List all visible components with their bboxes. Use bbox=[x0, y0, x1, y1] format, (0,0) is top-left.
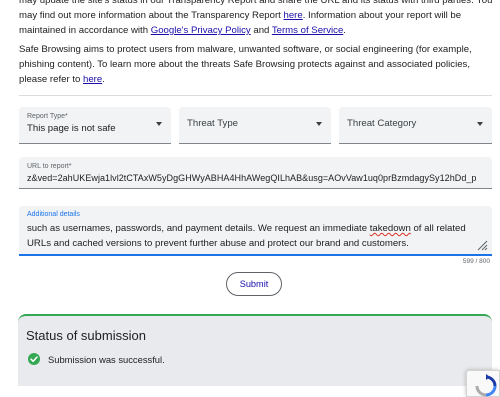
period-text: . bbox=[343, 25, 346, 36]
transparency-line-2: may find out more information about the … bbox=[19, 8, 494, 23]
status-message: Submission was successful. bbox=[48, 353, 165, 365]
status-of-submission-panel: Status of submission Submission was succ… bbox=[18, 314, 492, 386]
privacy-policy-link[interactable]: Google's Privacy Policy bbox=[151, 25, 251, 36]
safe-browsing-policies-link[interactable]: here bbox=[83, 74, 102, 85]
safe-browsing-line-2: phishing content). To learn more about t… bbox=[19, 59, 470, 70]
transparency-line-3: maintained in accordance with Google's P… bbox=[19, 23, 494, 38]
details-text: such as usernames, passwords, and paymen… bbox=[27, 223, 370, 234]
terms-of-service-link[interactable]: Terms of Service bbox=[272, 25, 343, 36]
check-circle-icon bbox=[28, 353, 40, 365]
section-divider bbox=[19, 95, 492, 96]
submit-button[interactable]: Submit bbox=[226, 272, 282, 296]
report-type-value: This page is not safe bbox=[27, 123, 116, 134]
additional-details-label: Additional details bbox=[27, 211, 80, 218]
status-row: Submission was successful. bbox=[28, 353, 165, 365]
safe-browsing-paragraph: Safe Browsing aims to protect users from… bbox=[19, 42, 494, 87]
additional-details-textarea[interactable]: Additional details such as usernames, pa… bbox=[19, 206, 492, 256]
recaptcha-badge[interactable] bbox=[466, 370, 500, 397]
safe-browsing-line-1: Safe Browsing aims to protect users from… bbox=[19, 44, 472, 55]
refer-text: please refer to bbox=[19, 74, 83, 85]
chevron-down-icon bbox=[156, 122, 162, 126]
url-label: URL to report* bbox=[27, 163, 72, 170]
details-line-2: URLs and cached versions to prevent furt… bbox=[27, 238, 409, 249]
and-text: and bbox=[250, 25, 272, 36]
recaptcha-icon bbox=[475, 374, 497, 397]
chevron-down-icon bbox=[477, 122, 483, 126]
transparency-line-1: may update the site's status in our Tran… bbox=[19, 0, 493, 6]
url-value: z&ved=2ahUKEwja1lvl2tCTAxW5yDgGHWyABHA4H… bbox=[27, 173, 477, 183]
details-line-1: such as usernames, passwords, and paymen… bbox=[27, 223, 466, 234]
chevron-down-icon bbox=[316, 122, 322, 126]
transparency-text-2: . Information about your report will be bbox=[302, 10, 462, 21]
spellcheck-word: takedown bbox=[369, 223, 411, 234]
transparency-report-link[interactable]: here bbox=[284, 10, 303, 21]
threat-category-placeholder: Threat Category bbox=[347, 118, 417, 129]
threat-category-select[interactable]: Threat Category bbox=[339, 107, 492, 144]
report-type-label: Report Type* bbox=[27, 113, 68, 120]
threat-type-placeholder: Threat Type bbox=[187, 118, 239, 129]
status-title: Status of submission bbox=[26, 328, 146, 343]
threat-type-select[interactable]: Threat Type bbox=[179, 107, 331, 144]
resize-handle-icon[interactable] bbox=[476, 239, 488, 251]
report-type-select[interactable]: Report Type* This page is not safe bbox=[19, 107, 171, 144]
url-to-report-field[interactable]: URL to report* z&ved=2ahUKEwja1lvl2tCTAx… bbox=[19, 157, 492, 189]
details-text-2: of all related bbox=[410, 223, 466, 234]
character-counter: 599 / 800 bbox=[462, 258, 490, 265]
safe-browsing-line-3: please refer to here. bbox=[19, 72, 494, 87]
privacy-text: maintained in accordance with bbox=[19, 25, 151, 36]
transparency-paragraph: may update the site's status in our Tran… bbox=[19, 0, 494, 38]
period-text-2: . bbox=[102, 74, 105, 85]
transparency-text: may find out more information about the … bbox=[19, 10, 284, 21]
